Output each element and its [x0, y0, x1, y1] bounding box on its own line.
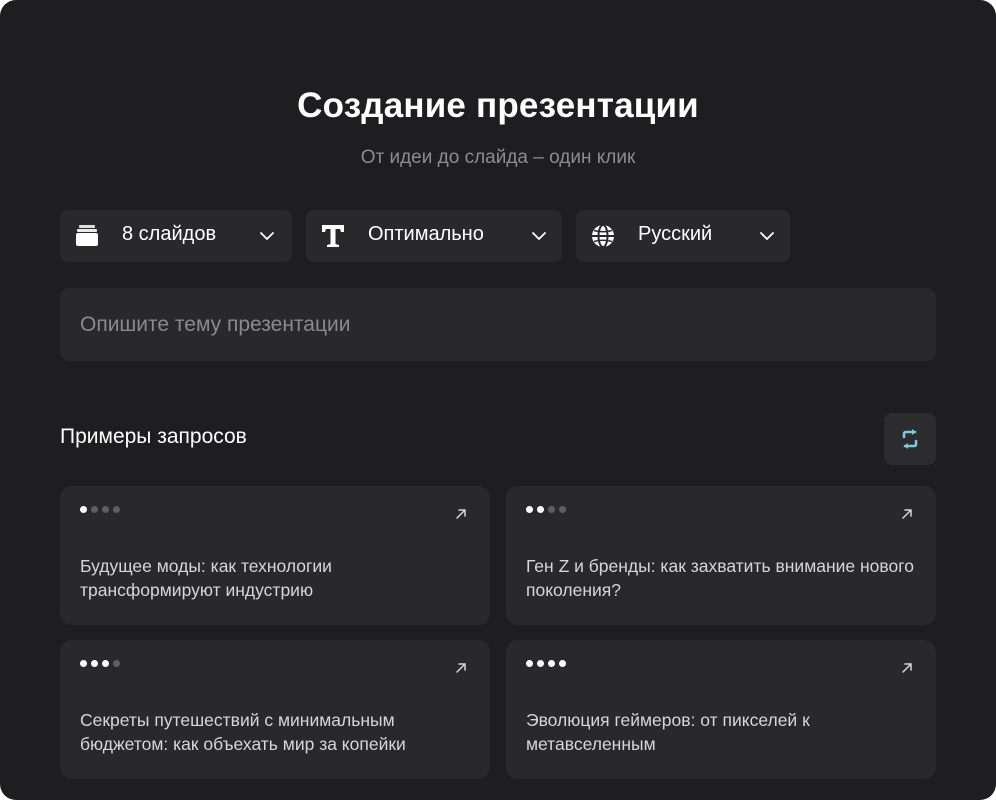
- dot: [113, 660, 120, 667]
- dot: [91, 660, 98, 667]
- globe-icon: [592, 224, 614, 248]
- chevron-down-icon: [760, 232, 774, 240]
- dot: [80, 506, 87, 513]
- slides-count-dropdown[interactable]: 8 слайдов: [60, 210, 292, 262]
- page-title: Создание презентации: [297, 86, 699, 125]
- examples-title: Примеры запросов: [60, 425, 247, 448]
- text-style-label: Оптимально: [368, 223, 484, 245]
- example-text: Эволюция геймеров: от пикселей к метавсе…: [526, 710, 810, 754]
- example-card[interactable]: Секреты путешествий с минимальным бюджет…: [60, 640, 490, 779]
- example-text: Будущее моды: как технологии трансформир…: [80, 556, 332, 600]
- text-style-icon: [322, 225, 344, 247]
- language-dropdown[interactable]: Русский: [576, 210, 790, 262]
- dot: [548, 660, 555, 667]
- dot: [80, 660, 87, 667]
- dot: [559, 506, 566, 513]
- example-card[interactable]: Ген Z и бренды: как захватить внимание н…: [506, 486, 936, 625]
- difficulty-dots: [526, 506, 566, 513]
- arrow-up-right-icon: [456, 663, 466, 673]
- chevron-down-icon: [260, 232, 274, 240]
- dot: [102, 506, 109, 513]
- example-text: Ген Z и бренды: как захватить внимание н…: [526, 556, 914, 600]
- difficulty-dots: [526, 660, 566, 667]
- difficulty-dots: [80, 506, 120, 513]
- language-label: Русский: [638, 223, 713, 245]
- arrow-up-right-icon: [456, 509, 466, 519]
- dot: [526, 506, 533, 513]
- dot: [559, 660, 566, 667]
- example-card[interactable]: Эволюция геймеров: от пикселей к метавсе…: [506, 640, 936, 779]
- page-subtitle: От идеи до слайда – один клик: [360, 147, 636, 168]
- chevron-down-icon: [532, 232, 546, 240]
- dot: [537, 660, 544, 667]
- example-card[interactable]: Будущее моды: как технологии трансформир…: [60, 486, 490, 625]
- topic-input[interactable]: [60, 288, 936, 361]
- dot: [91, 506, 98, 513]
- dot: [526, 660, 533, 667]
- refresh-icon: [902, 429, 918, 449]
- difficulty-dots: [80, 660, 120, 667]
- dot: [102, 660, 109, 667]
- arrow-up-right-icon: [902, 509, 912, 519]
- refresh-examples-button[interactable]: [884, 413, 936, 465]
- dot: [113, 506, 120, 513]
- slides-stack-icon: [76, 225, 98, 246]
- dot: [548, 506, 555, 513]
- text-style-dropdown[interactable]: Оптимально: [306, 210, 562, 262]
- dot: [537, 506, 544, 513]
- example-text: Секреты путешествий с минимальным бюджет…: [80, 710, 406, 754]
- presentation-dialog: Создание презентации От идеи до слайда –…: [0, 0, 996, 800]
- arrow-up-right-icon: [902, 663, 912, 673]
- slides-count-label: 8 слайдов: [122, 223, 217, 245]
